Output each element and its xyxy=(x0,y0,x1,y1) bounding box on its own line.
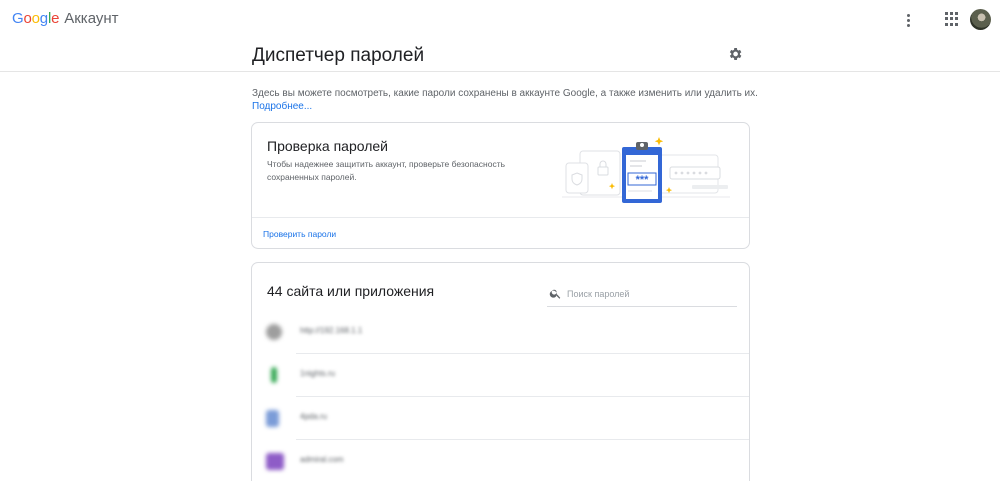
more-vert-icon[interactable] xyxy=(900,10,916,30)
site-favicon-icon xyxy=(271,367,277,383)
google-account-logo[interactable]: Google Аккаунт xyxy=(12,10,119,27)
logo-letter: o xyxy=(23,10,32,27)
card-divider xyxy=(252,217,749,218)
header-divider xyxy=(0,71,1000,72)
saved-passwords-count-title: 44 сайта или приложения xyxy=(267,283,435,299)
password-list-item[interactable]: 4pda.ru xyxy=(252,396,749,440)
logo-letter: e xyxy=(51,10,60,27)
google-logo: Google xyxy=(12,10,59,27)
masked-password-text: *** xyxy=(636,174,650,186)
gear-icon[interactable] xyxy=(727,46,743,62)
account-label: Аккаунт xyxy=(64,10,119,27)
site-name: 4pda.ru xyxy=(300,412,328,421)
intro-text: Здесь вы можете посмотреть, какие пароли… xyxy=(252,88,758,99)
password-list-item[interactable]: http://192.168.1.1 xyxy=(252,310,749,354)
site-name: admiral.com xyxy=(300,455,344,464)
page-title: Диспетчер паролей xyxy=(252,45,425,66)
password-check-illustration: *** xyxy=(562,137,730,203)
password-list-item[interactable]: 1nights.ru xyxy=(252,353,749,397)
globe-icon xyxy=(266,324,282,340)
search-passwords-input[interactable] xyxy=(567,285,732,303)
search-box[interactable] xyxy=(547,281,737,307)
site-name: http://192.168.1.1 xyxy=(300,326,363,335)
site-favicon-icon xyxy=(266,453,284,470)
top-bar: Google Аккаунт xyxy=(0,0,1000,40)
password-check-description: Чтобы надежнее защитить аккаунт, проверь… xyxy=(267,159,506,182)
site-name: 1nights.ru xyxy=(300,369,336,378)
learn-more-link[interactable]: Подробнее... xyxy=(252,101,312,112)
apps-grid-icon[interactable] xyxy=(945,12,959,26)
saved-passwords-card: 44 сайта или приложения http://192.168.1… xyxy=(251,262,750,481)
check-passwords-button[interactable]: Проверить пароли xyxy=(263,229,336,239)
password-check-title: Проверка паролей xyxy=(267,138,389,154)
password-list-item[interactable]: admiral.com xyxy=(252,439,749,481)
logo-letter: g xyxy=(39,10,48,27)
logo-letter: G xyxy=(12,10,24,27)
site-favicon-icon xyxy=(266,410,279,427)
avatar[interactable] xyxy=(970,9,991,30)
password-check-card: Проверка паролей Чтобы надежнее защитить… xyxy=(251,122,750,249)
logo-letter: o xyxy=(31,10,40,27)
search-icon xyxy=(549,289,561,299)
